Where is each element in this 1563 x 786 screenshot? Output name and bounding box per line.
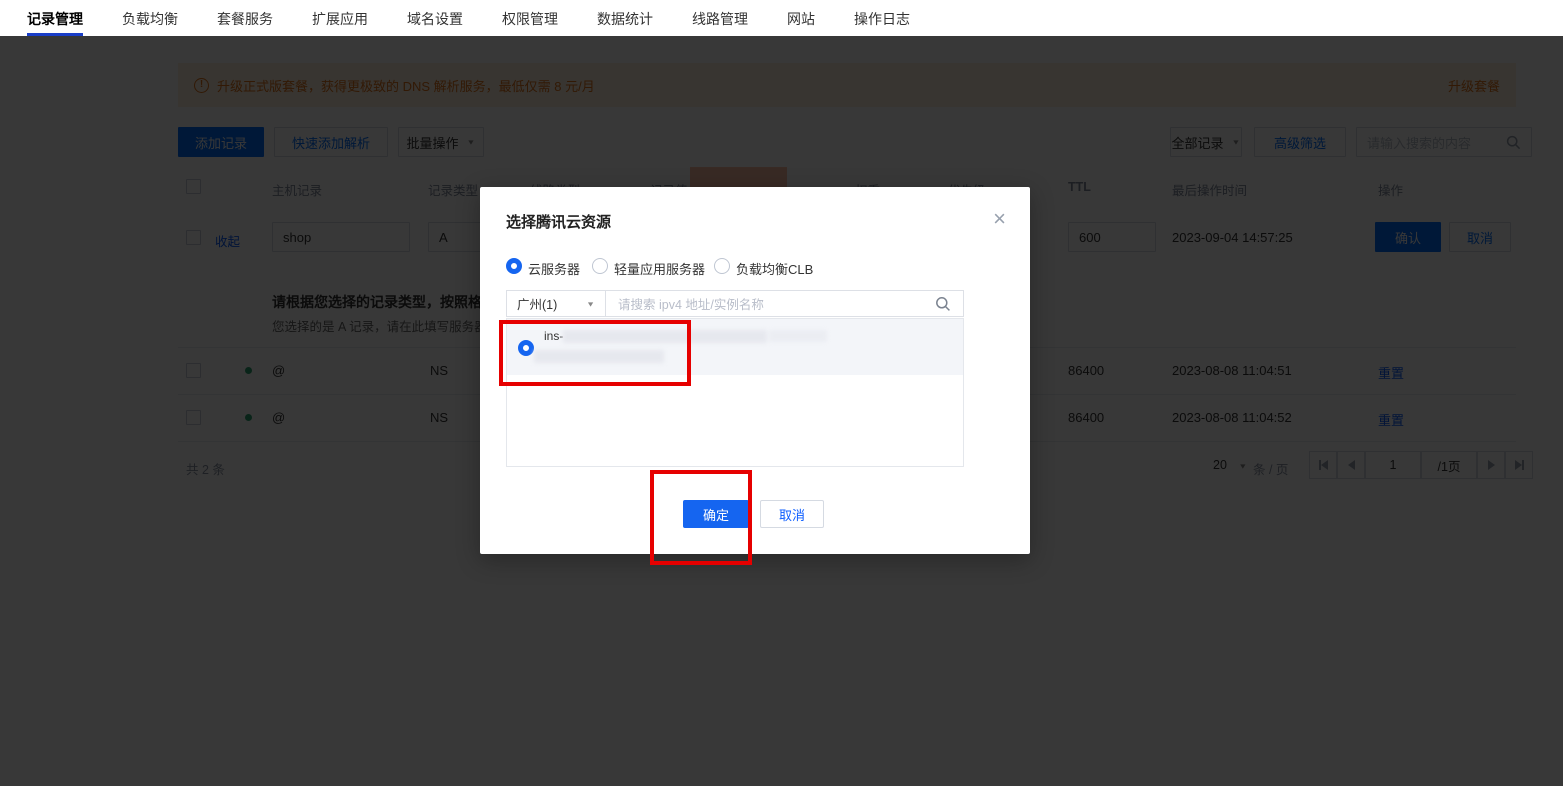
redacted-instance-name <box>769 330 827 342</box>
modal-title: 选择腾讯云资源 <box>506 211 611 232</box>
region-and-search-bar: 广州(1) ▼ 请搜索 ipv4 地址/实例名称 <box>506 290 964 317</box>
chevron-down-icon: ▼ <box>586 300 595 308</box>
nav-tab-load-balance[interactable]: 负载均衡 <box>122 12 178 36</box>
nav-tab-plans[interactable]: 套餐服务 <box>217 12 273 36</box>
nav-tab-logs[interactable]: 操作日志 <box>854 12 910 36</box>
top-navigation: 记录管理 负载均衡 套餐服务 扩展应用 域名设置 权限管理 数据统计 线路管理 … <box>0 0 1563 36</box>
region-value: 广州(1) <box>517 294 557 313</box>
radio-cvm-label[interactable]: 云服务器 <box>528 259 580 278</box>
nav-tab-lines[interactable]: 线路管理 <box>692 12 748 36</box>
nav-tab-extensions[interactable]: 扩展应用 <box>312 12 368 36</box>
search-icon[interactable] <box>935 296 951 312</box>
annotation-box-instance-item <box>499 320 691 386</box>
nav-tab-domain-settings[interactable]: 域名设置 <box>407 12 463 36</box>
region-select[interactable]: 广州(1) ▼ <box>507 291 606 316</box>
radio-lighthouse-label[interactable]: 轻量应用服务器 <box>614 259 705 278</box>
radio-clb-label[interactable]: 负载均衡CLB <box>736 259 813 278</box>
nav-tab-statistics[interactable]: 数据统计 <box>597 12 653 36</box>
radio-clb[interactable] <box>714 258 730 274</box>
dns-record-management-page: 记录管理 负载均衡 套餐服务 扩展应用 域名设置 权限管理 数据统计 线路管理 … <box>0 0 1563 786</box>
modal-cancel-button[interactable]: 取消 <box>760 500 824 528</box>
nav-tab-permissions[interactable]: 权限管理 <box>502 12 558 36</box>
instance-search-input[interactable]: 请搜索 ipv4 地址/实例名称 <box>606 294 963 313</box>
nav-tab-website[interactable]: 网站 <box>787 12 815 36</box>
instance-search-placeholder: 请搜索 ipv4 地址/实例名称 <box>618 294 764 313</box>
radio-cvm[interactable] <box>506 258 522 274</box>
nav-tab-records[interactable]: 记录管理 <box>27 12 83 36</box>
annotation-box-confirm-button <box>650 470 752 565</box>
radio-lighthouse[interactable] <box>592 258 608 274</box>
close-icon[interactable]: × <box>993 209 1006 229</box>
